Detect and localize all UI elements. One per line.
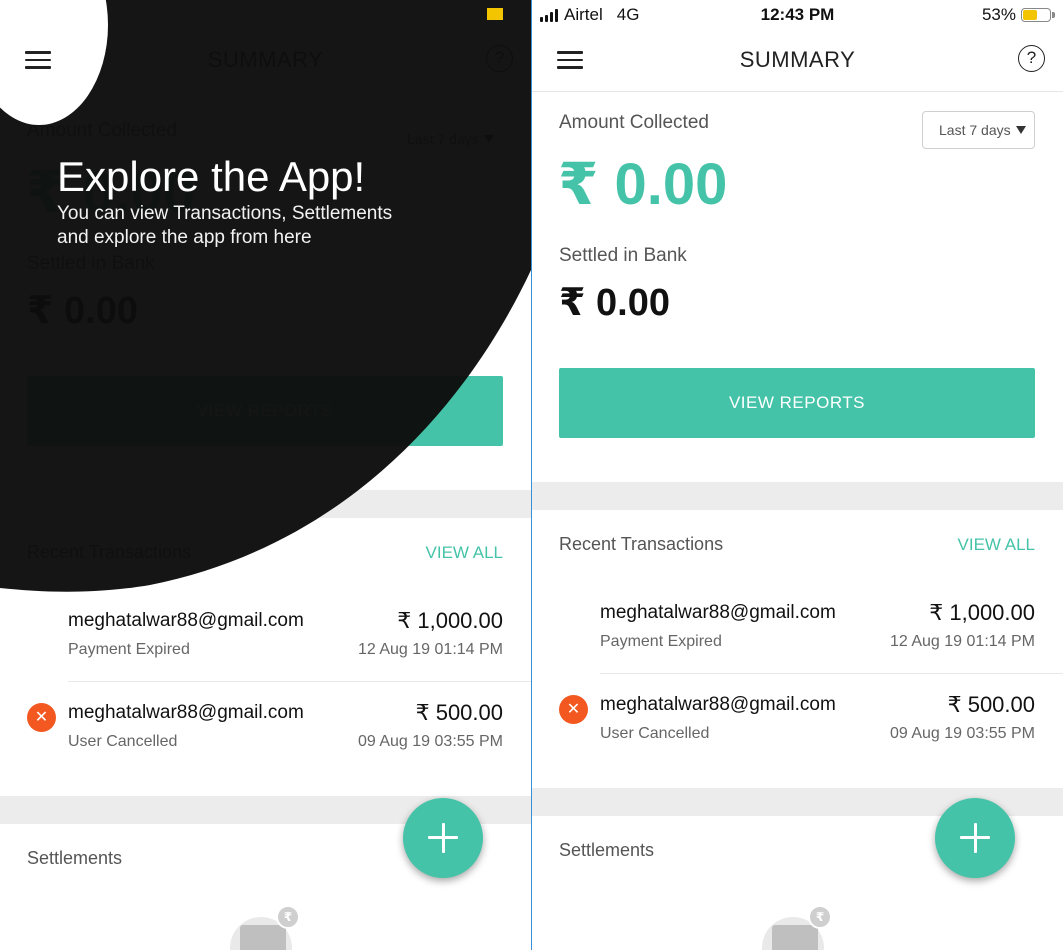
transaction-date: 09 Aug 19 03:55 PM — [358, 733, 503, 750]
cancel-icon: ✕ — [27, 703, 56, 732]
transaction-amount: ₹ 1,000.00 — [929, 600, 1035, 625]
amount-collected-value: ₹ 0.00 — [558, 152, 728, 217]
transaction-date: 12 Aug 19 01:14 PM — [358, 641, 503, 658]
transaction-status: User Cancelled — [600, 725, 710, 742]
view-reports-button[interactable]: VIEW REPORTS — [559, 368, 1035, 438]
menu-icon-highlighted[interactable] — [22, 44, 54, 76]
transaction-amount: ₹ 1,000.00 — [397, 608, 503, 633]
settled-label: Settled in Bank — [559, 245, 687, 266]
view-all-link[interactable]: VIEW ALL — [958, 535, 1035, 555]
carrier-label: Airtel — [32, 5, 71, 24]
transaction-row[interactable]: meghatalwar88@gmail.com Payment Expired … — [532, 600, 1063, 692]
battery-icon — [487, 8, 503, 20]
transaction-amount: ₹ 500.00 — [415, 700, 503, 725]
settlements-title: Settlements — [27, 848, 123, 868]
settlements-empty-illustration: ₹ — [762, 905, 832, 950]
screen-summary: Airtel 4G 12:43 PM 53% SUMMARY ? Amount … — [532, 0, 1063, 950]
date-range-value: Last 7 days — [939, 122, 1011, 138]
caret-down-icon — [1016, 126, 1026, 134]
screen-onboarding: SUMMARY ? Amount Collected Last 7 days ₹… — [0, 0, 531, 950]
add-fab-button[interactable] — [935, 798, 1015, 878]
transaction-row[interactable]: ✕ meghatalwar88@gmail.com User Cancelled… — [532, 692, 1063, 784]
amount-collected-label: Amount Collected — [559, 112, 709, 133]
help-icon[interactable]: ? — [1018, 45, 1045, 72]
transaction-date: 12 Aug 19 01:14 PM — [890, 633, 1035, 650]
status-bar: Airtel 4G 12:43 PM 53% — [532, 0, 1063, 30]
transaction-amount: ₹ 500.00 — [947, 692, 1035, 717]
onboarding-subtitle: You can view Transactions, Settlements a… — [57, 203, 393, 248]
transaction-email: meghatalwar88@gmail.com — [600, 602, 836, 623]
signal-icon — [8, 8, 26, 22]
page-title: SUMMARY — [739, 47, 856, 72]
transaction-email: meghatalwar88@gmail.com — [600, 694, 836, 715]
transaction-date: 09 Aug 19 03:55 PM — [890, 725, 1035, 742]
settled-amount-value: ₹ 0.00 — [559, 282, 670, 324]
transaction-row[interactable]: ✕ meghatalwar88@gmail.com User Cancelled… — [0, 700, 531, 792]
status-bar: Airtel — [8, 5, 71, 25]
battery-icon — [1021, 8, 1055, 22]
date-range-select[interactable]: Last 7 days — [922, 111, 1035, 149]
add-fab-button[interactable] — [403, 798, 483, 878]
transaction-status: Payment Expired — [68, 641, 190, 658]
onboarding-title: Explore the App! — [57, 153, 366, 200]
battery-percent: 53% — [981, 5, 1016, 24]
recent-transactions-title: Recent Transactions — [559, 534, 724, 554]
transaction-row[interactable]: meghatalwar88@gmail.com Payment Expired … — [0, 608, 531, 700]
settlements-title: Settlements — [559, 840, 655, 860]
transaction-email: meghatalwar88@gmail.com — [68, 702, 304, 723]
transaction-status: Payment Expired — [600, 633, 722, 650]
rupee-coin-icon: ₹ — [808, 905, 832, 929]
row-divider — [68, 681, 531, 682]
rupee-coin-icon: ₹ — [276, 905, 300, 929]
row-divider — [600, 673, 1063, 674]
section-separator — [532, 482, 1063, 510]
comparison-stage: SUMMARY ? Amount Collected Last 7 days ₹… — [0, 0, 1063, 950]
transaction-email: meghatalwar88@gmail.com — [68, 610, 304, 631]
transaction-status: User Cancelled — [68, 733, 178, 750]
settlements-empty-illustration: ₹ — [230, 905, 300, 950]
app-header: SUMMARY ? — [532, 30, 1063, 92]
cancel-icon: ✕ — [559, 695, 588, 724]
